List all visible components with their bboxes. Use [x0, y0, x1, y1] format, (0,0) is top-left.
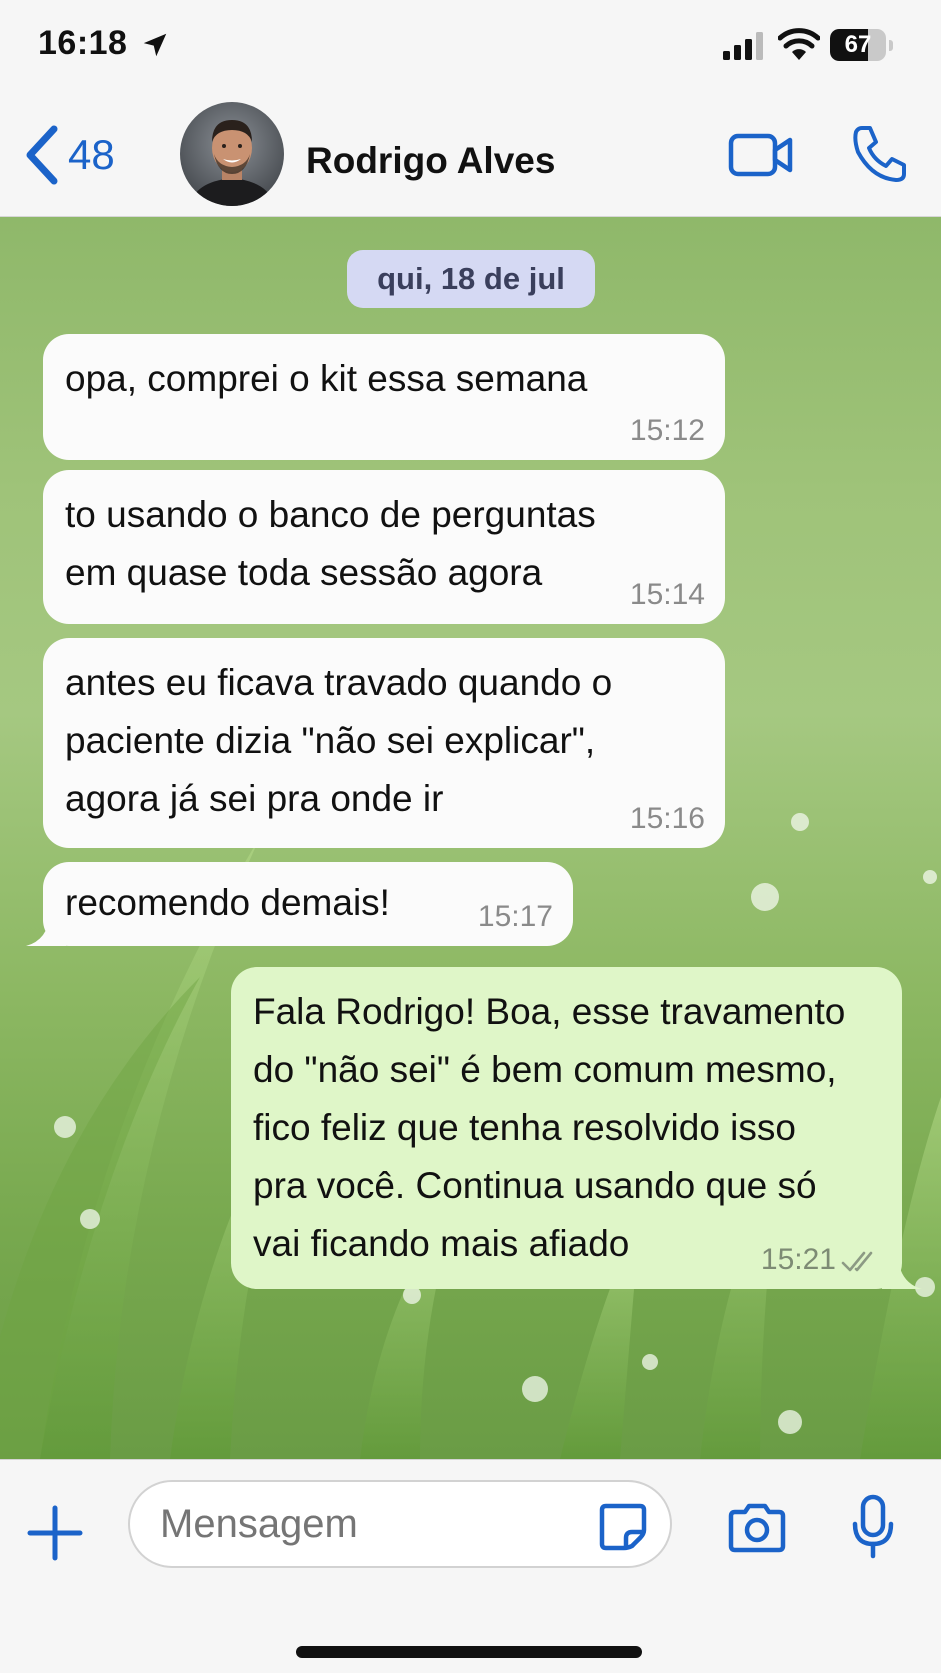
- chevron-left-icon: [26, 125, 58, 185]
- status-time: 16:18: [38, 24, 128, 62]
- message-bubble-incoming[interactable]: recomendo demais! 15:17: [43, 862, 573, 946]
- composer-bar: [0, 1459, 941, 1673]
- message-text: antes eu ficava travado quando o pacient…: [65, 662, 613, 819]
- message-time: 15:16: [629, 802, 705, 835]
- camera-icon[interactable]: [726, 1502, 788, 1554]
- message-input[interactable]: [128, 1480, 672, 1568]
- bubble-tail: [26, 914, 66, 946]
- status-bar: 16:18 67: [0, 0, 941, 94]
- read-receipt-icon: [841, 1251, 873, 1272]
- date-chip: qui, 18 de jul: [347, 250, 595, 308]
- chat-header: 48 Rodrigo Alves: [0, 94, 941, 217]
- back-button[interactable]: 48: [22, 122, 115, 188]
- chat-area[interactable]: qui, 18 de jul opa, comprei o kit essa s…: [0, 217, 941, 1459]
- message-bubble-outgoing[interactable]: Fala Rodrigo! Boa, esse travamento do "n…: [231, 967, 902, 1289]
- message-text: opa, comprei o kit essa semana: [65, 358, 588, 399]
- message-time: 15:12: [629, 414, 705, 447]
- message-bubble-incoming[interactable]: to usando o banco de perguntas em quase …: [43, 470, 725, 624]
- message-text: to usando o banco de perguntas em quase …: [65, 494, 596, 593]
- location-arrow-icon: [143, 33, 167, 57]
- unread-count: 48: [68, 131, 115, 178]
- wifi-icon: [778, 28, 820, 60]
- signal-bars-icon: [723, 32, 763, 60]
- message-text: Fala Rodrigo! Boa, esse travamento do "n…: [253, 991, 846, 1264]
- message-time: 15:21: [760, 1243, 836, 1276]
- sticker-icon[interactable]: [598, 1502, 648, 1552]
- microphone-icon[interactable]: [850, 1494, 896, 1560]
- plus-icon[interactable]: [26, 1504, 84, 1562]
- bubble-tail: [882, 1257, 922, 1289]
- avatar[interactable]: [180, 102, 284, 206]
- phone-icon[interactable]: [850, 124, 906, 184]
- message-bubble-incoming[interactable]: antes eu ficava travado quando o pacient…: [43, 638, 725, 848]
- battery-level: 67: [844, 31, 872, 58]
- battery-icon: 67: [830, 29, 894, 63]
- message-time: 15:17: [477, 900, 553, 933]
- message-bubble-incoming[interactable]: opa, comprei o kit essa semana 15:12: [43, 334, 725, 460]
- contact-name[interactable]: Rodrigo Alves: [306, 140, 555, 182]
- message-time: 15:14: [629, 578, 705, 611]
- home-indicator: [296, 1646, 642, 1658]
- video-camera-icon[interactable]: [728, 130, 794, 180]
